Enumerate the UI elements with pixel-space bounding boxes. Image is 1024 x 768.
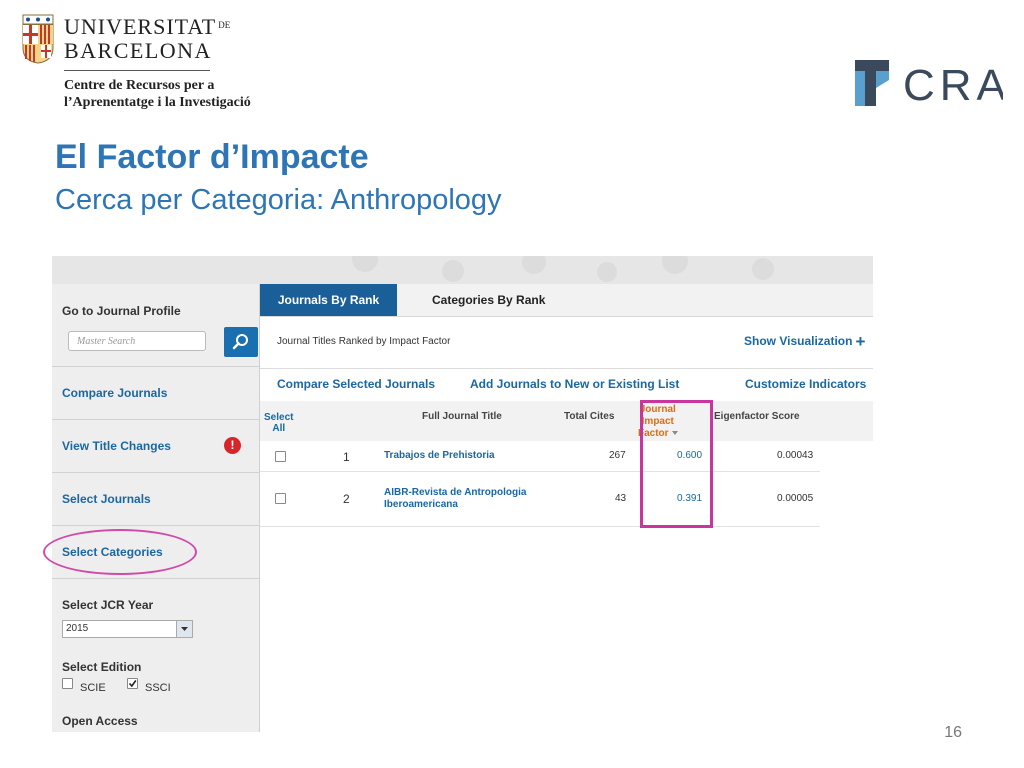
jcr-year-select[interactable]: 2015 xyxy=(62,620,193,638)
compare-selected-journals-link[interactable]: Compare Selected Journals xyxy=(277,377,435,391)
slide-subtitle: Cerca per Categoria: Anthropology xyxy=(55,184,502,216)
jcr-year-value: 2015 xyxy=(66,623,89,634)
table-row: 1 Trabajos de Prehistoria 267 0.600 0.00… xyxy=(260,441,820,472)
university-shield-logo xyxy=(22,14,54,64)
eigenfactor-value: 0.00043 xyxy=(777,450,814,461)
action-bar: Compare Selected Journals Add Journals t… xyxy=(260,368,873,402)
university-name-line1: UNIVERSITAT DE xyxy=(64,14,231,39)
row-rank: 2 xyxy=(343,492,350,506)
eigenfactor-value: 0.00005 xyxy=(777,493,814,504)
master-search-input[interactable]: Master Search xyxy=(68,331,206,351)
page-number: 16 xyxy=(944,724,962,741)
university-name-line2: BARCELONA xyxy=(64,38,212,63)
row-rank: 1 xyxy=(343,450,350,464)
centre-name-line2: l’Aprenentatge i la Investigació xyxy=(64,95,251,110)
top-banner xyxy=(52,256,873,284)
slide-title: El Factor d’Impacte xyxy=(55,138,369,176)
jcr-screenshot: Go to Journal Profile Master Search Comp… xyxy=(52,256,873,732)
search-icon xyxy=(232,334,248,350)
row-checkbox[interactable] xyxy=(275,493,286,504)
header-full-journal-title[interactable]: Full Journal Title xyxy=(422,411,502,422)
centre-name-line1: Centre de Recursos per a xyxy=(64,78,215,93)
tab-journals-by-rank[interactable]: Journals By Rank xyxy=(260,284,397,316)
edition-label: Select Edition xyxy=(62,660,142,674)
sidebar: Go to Journal Profile Master Search Comp… xyxy=(52,284,260,732)
header-eigenfactor-score[interactable]: Eigenfactor Score xyxy=(714,411,800,422)
select-all-link[interactable]: Select All xyxy=(264,412,293,434)
ranked-list-title: Journal Titles Ranked by Impact Factor xyxy=(277,336,451,347)
journal-profile-label: Go to Journal Profile xyxy=(62,304,181,318)
table-row: 2 AIBR-Revista de Antropologia Iberoameri… xyxy=(260,472,820,527)
row-checkbox[interactable] xyxy=(275,451,286,462)
scie-label: SCIE xyxy=(80,682,106,694)
table-header: Select All Full Journal Title Total Cites… xyxy=(260,401,873,441)
chevron-down-icon xyxy=(176,621,192,637)
journal-title-link[interactable]: Trabajos de Prehistoria xyxy=(384,450,495,462)
checkmark-icon xyxy=(128,680,137,688)
select-journals-link[interactable]: Select Journals xyxy=(62,492,151,506)
tab-bar: Journals By Rank Categories By Rank xyxy=(260,284,873,317)
crai-logo-text: CRAI xyxy=(903,61,1003,108)
impact-factor-highlight-box xyxy=(640,400,713,528)
view-title-changes-link[interactable]: View Title Changes xyxy=(62,439,171,453)
journal-title-link[interactable]: AIBR-Revista de Antropologia Iberoamerica… xyxy=(384,487,526,511)
select-categories-highlight-ellipse xyxy=(43,529,197,575)
scie-checkbox[interactable] xyxy=(62,678,73,689)
search-button[interactable] xyxy=(224,327,258,357)
ssci-label: SSCI xyxy=(145,682,171,694)
total-cites-value: 43 xyxy=(615,493,627,504)
show-visualization-button[interactable]: Show Visualization + xyxy=(744,332,866,351)
logo-divider xyxy=(64,70,210,71)
crai-logo: CRAI xyxy=(855,60,1003,108)
university-name-de: DE xyxy=(218,20,231,30)
compare-journals-link[interactable]: Compare Journals xyxy=(62,386,167,400)
tab-categories-by-rank[interactable]: Categories By Rank xyxy=(432,284,545,316)
jcr-year-label: Select JCR Year xyxy=(62,598,154,612)
show-visualization-label: Show Visualization xyxy=(744,334,853,348)
alert-icon: ! xyxy=(224,437,241,454)
add-journals-to-list-link[interactable]: Add Journals to New or Existing List xyxy=(470,377,679,391)
total-cites-value: 267 xyxy=(609,450,626,461)
plus-icon: + xyxy=(855,332,866,351)
open-access-label: Open Access xyxy=(62,714,138,728)
ssci-checkbox[interactable] xyxy=(127,678,138,689)
header-total-cites[interactable]: Total Cites xyxy=(564,411,614,422)
customize-indicators-link[interactable]: Customize Indicators xyxy=(745,377,866,391)
